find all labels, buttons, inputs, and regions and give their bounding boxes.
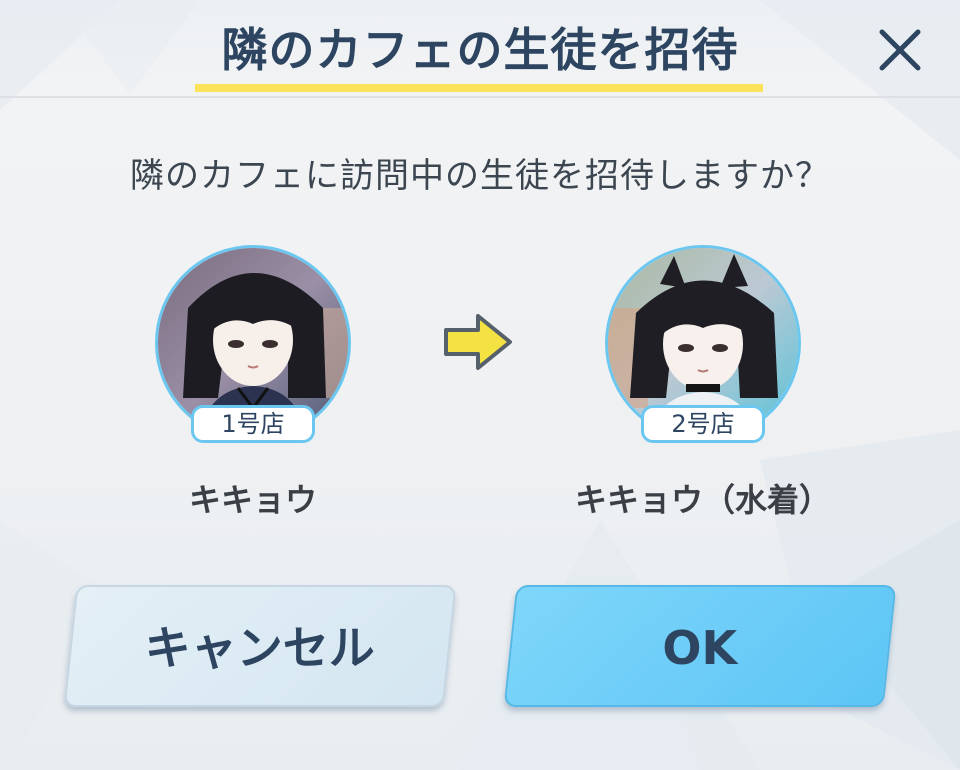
student-from: 1号店 キキョウ [123, 245, 383, 521]
arrow-right-icon [444, 314, 512, 370]
student-to: 2号店 キキョウ（水着） [573, 245, 833, 521]
cancel-button[interactable]: キャンセル [63, 585, 457, 707]
dialog-header: 隣のカフェの生徒を招待 [0, 0, 960, 98]
student-to-store-badge: 2号店 [641, 405, 765, 443]
ok-button[interactable]: OK [503, 585, 897, 707]
title-underline [195, 84, 763, 92]
dialog-title: 隣のカフェの生徒を招待 [221, 23, 739, 77]
student-from-name: キキョウ [188, 481, 317, 519]
close-button[interactable] [872, 22, 928, 78]
close-icon [879, 29, 921, 71]
dialog-message: 隣のカフェに訪問中の生徒を招待しますか？ [130, 156, 830, 196]
student-from-store-badge: 1号店 [191, 405, 315, 443]
ok-button-label: OK [662, 621, 738, 675]
student-to-name: キキョウ（水着） [574, 481, 831, 519]
invite-dialog: 隣のカフェの生徒を招待 隣のカフェに訪問中の生徒を招待しますか？ 1号店 キキョ… [0, 0, 960, 770]
cancel-button-label: キャンセル [144, 621, 375, 675]
